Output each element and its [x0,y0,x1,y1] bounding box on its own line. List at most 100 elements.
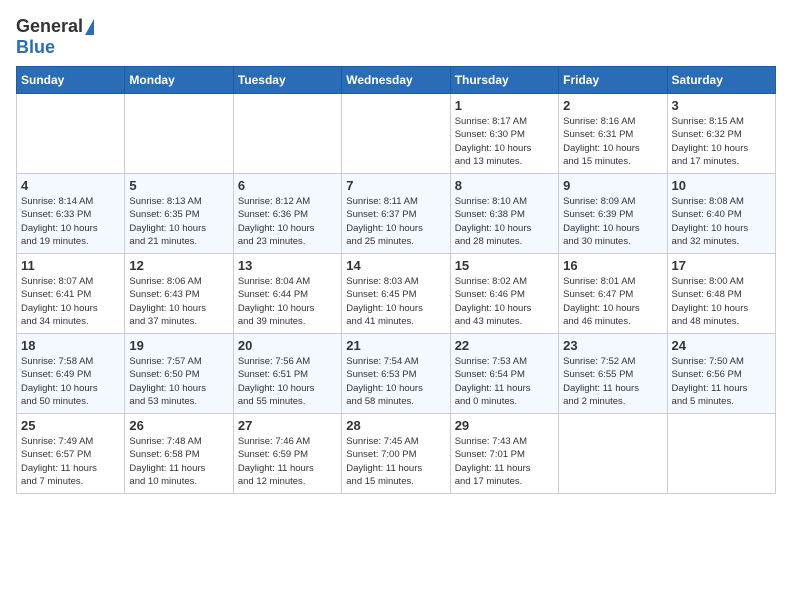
calendar-cell: 5 Sunrise: 8:13 AM Sunset: 6:35 PM Daylig… [125,174,233,254]
calendar-week-5: 25 Sunrise: 7:49 AM Sunset: 6:57 PM Dayli… [17,414,776,494]
calendar-cell: 11 Sunrise: 8:07 AM Sunset: 6:41 PM Dayli… [17,254,125,334]
calendar-cell: 2 Sunrise: 8:16 AM Sunset: 6:31 PM Daylig… [559,94,667,174]
day-number: 25 [21,418,120,433]
weekday-header-thursday: Thursday [450,67,558,94]
calendar-cell: 21 Sunrise: 7:54 AM Sunset: 6:53 PM Dayli… [342,334,450,414]
calendar-cell [125,94,233,174]
calendar-cell: 16 Sunrise: 8:01 AM Sunset: 6:47 PM Dayli… [559,254,667,334]
day-number: 2 [563,98,662,113]
day-info: Sunrise: 8:10 AM Sunset: 6:38 PM Dayligh… [455,195,554,248]
day-info: Sunrise: 7:58 AM Sunset: 6:49 PM Dayligh… [21,355,120,408]
calendar-cell: 18 Sunrise: 7:58 AM Sunset: 6:49 PM Dayli… [17,334,125,414]
day-number: 21 [346,338,445,353]
weekday-header-monday: Monday [125,67,233,94]
calendar-cell: 4Sunrise: 8:14 AM Sunset: 6:33 PM Daylig… [17,174,125,254]
day-info: Sunrise: 7:46 AM Sunset: 6:59 PM Dayligh… [238,435,337,488]
calendar-cell [17,94,125,174]
day-number: 16 [563,258,662,273]
calendar-cell: 7 Sunrise: 8:11 AM Sunset: 6:37 PM Daylig… [342,174,450,254]
day-number: 5 [129,178,228,193]
calendar-cell: 24 Sunrise: 7:50 AM Sunset: 6:56 PM Dayli… [667,334,775,414]
calendar-cell: 29Sunrise: 7:43 AM Sunset: 7:01 PM Dayli… [450,414,558,494]
calendar-cell: 12 Sunrise: 8:06 AM Sunset: 6:43 PM Dayli… [125,254,233,334]
day-info: Sunrise: 7:56 AM Sunset: 6:51 PM Dayligh… [238,355,337,408]
day-info: Sunrise: 7:50 AM Sunset: 6:56 PM Dayligh… [672,355,771,408]
day-number: 27 [238,418,337,433]
day-info: Sunrise: 7:57 AM Sunset: 6:50 PM Dayligh… [129,355,228,408]
day-info: Sunrise: 7:53 AM Sunset: 6:54 PM Dayligh… [455,355,554,408]
logo-arrow-icon [85,19,94,35]
calendar-cell: 26 Sunrise: 7:48 AM Sunset: 6:58 PM Dayli… [125,414,233,494]
weekday-header-tuesday: Tuesday [233,67,341,94]
day-number: 11 [21,258,120,273]
calendar-table: SundayMondayTuesdayWednesdayThursdayFrid… [16,66,776,494]
day-number: 18 [21,338,120,353]
calendar-cell: 23Sunrise: 7:52 AM Sunset: 6:55 PM Dayli… [559,334,667,414]
day-number: 9 [563,178,662,193]
day-info: Sunrise: 7:48 AM Sunset: 6:58 PM Dayligh… [129,435,228,488]
calendar-cell: 1 Sunrise: 8:17 AM Sunset: 6:30 PM Daylig… [450,94,558,174]
day-info: Sunrise: 8:03 AM Sunset: 6:45 PM Dayligh… [346,275,445,328]
calendar-week-4: 18 Sunrise: 7:58 AM Sunset: 6:49 PM Dayli… [17,334,776,414]
day-number: 7 [346,178,445,193]
day-number: 12 [129,258,228,273]
calendar-cell: 15 Sunrise: 8:02 AM Sunset: 6:46 PM Dayli… [450,254,558,334]
calendar-cell: 13 Sunrise: 8:04 AM Sunset: 6:44 PM Dayli… [233,254,341,334]
logo-general-text: General [16,16,83,37]
calendar-cell: 10Sunrise: 8:08 AM Sunset: 6:40 PM Dayli… [667,174,775,254]
calendar-week-3: 11 Sunrise: 8:07 AM Sunset: 6:41 PM Dayli… [17,254,776,334]
calendar-cell: 28 Sunrise: 7:45 AM Sunset: 7:00 PM Dayli… [342,414,450,494]
day-number: 14 [346,258,445,273]
day-info: Sunrise: 8:09 AM Sunset: 6:39 PM Dayligh… [563,195,662,248]
calendar-week-2: 4Sunrise: 8:14 AM Sunset: 6:33 PM Daylig… [17,174,776,254]
day-number: 6 [238,178,337,193]
calendar-cell: 19 Sunrise: 7:57 AM Sunset: 6:50 PM Dayli… [125,334,233,414]
day-number: 28 [346,418,445,433]
calendar-cell [559,414,667,494]
day-info: Sunrise: 8:11 AM Sunset: 6:37 PM Dayligh… [346,195,445,248]
day-info: Sunrise: 7:49 AM Sunset: 6:57 PM Dayligh… [21,435,120,488]
calendar-cell: 27 Sunrise: 7:46 AM Sunset: 6:59 PM Dayli… [233,414,341,494]
day-info: Sunrise: 8:01 AM Sunset: 6:47 PM Dayligh… [563,275,662,328]
calendar-cell [342,94,450,174]
calendar-cell: 9 Sunrise: 8:09 AM Sunset: 6:39 PM Daylig… [559,174,667,254]
day-info: Sunrise: 8:00 AM Sunset: 6:48 PM Dayligh… [672,275,771,328]
weekday-header-sunday: Sunday [17,67,125,94]
calendar-cell: 14 Sunrise: 8:03 AM Sunset: 6:45 PM Dayli… [342,254,450,334]
day-number: 19 [129,338,228,353]
day-info: Sunrise: 8:06 AM Sunset: 6:43 PM Dayligh… [129,275,228,328]
day-info: Sunrise: 7:54 AM Sunset: 6:53 PM Dayligh… [346,355,445,408]
day-info: Sunrise: 8:16 AM Sunset: 6:31 PM Dayligh… [563,115,662,168]
calendar-cell: 3 Sunrise: 8:15 AM Sunset: 6:32 PM Daylig… [667,94,775,174]
day-info: Sunrise: 8:13 AM Sunset: 6:35 PM Dayligh… [129,195,228,248]
day-info: Sunrise: 8:14 AM Sunset: 6:33 PM Dayligh… [21,195,120,248]
calendar-header-row: SundayMondayTuesdayWednesdayThursdayFrid… [17,67,776,94]
day-number: 8 [455,178,554,193]
day-info: Sunrise: 8:07 AM Sunset: 6:41 PM Dayligh… [21,275,120,328]
weekday-header-wednesday: Wednesday [342,67,450,94]
logo-blue-text: Blue [16,37,55,57]
page-header: General Blue [16,16,776,58]
day-number: 22 [455,338,554,353]
day-info: Sunrise: 7:45 AM Sunset: 7:00 PM Dayligh… [346,435,445,488]
calendar-cell: 8 Sunrise: 8:10 AM Sunset: 6:38 PM Daylig… [450,174,558,254]
day-info: Sunrise: 8:12 AM Sunset: 6:36 PM Dayligh… [238,195,337,248]
weekday-header-saturday: Saturday [667,67,775,94]
day-info: Sunrise: 8:17 AM Sunset: 6:30 PM Dayligh… [455,115,554,168]
day-number: 3 [672,98,771,113]
day-number: 26 [129,418,228,433]
calendar-body: 1 Sunrise: 8:17 AM Sunset: 6:30 PM Daylig… [17,94,776,494]
day-info: Sunrise: 8:04 AM Sunset: 6:44 PM Dayligh… [238,275,337,328]
day-number: 13 [238,258,337,273]
calendar-cell [667,414,775,494]
calendar-cell: 6 Sunrise: 8:12 AM Sunset: 6:36 PM Daylig… [233,174,341,254]
day-number: 20 [238,338,337,353]
day-number: 1 [455,98,554,113]
day-number: 29 [455,418,554,433]
day-info: Sunrise: 8:02 AM Sunset: 6:46 PM Dayligh… [455,275,554,328]
day-number: 15 [455,258,554,273]
day-number: 24 [672,338,771,353]
day-info: Sunrise: 8:15 AM Sunset: 6:32 PM Dayligh… [672,115,771,168]
day-number: 23 [563,338,662,353]
calendar-week-1: 1 Sunrise: 8:17 AM Sunset: 6:30 PM Daylig… [17,94,776,174]
